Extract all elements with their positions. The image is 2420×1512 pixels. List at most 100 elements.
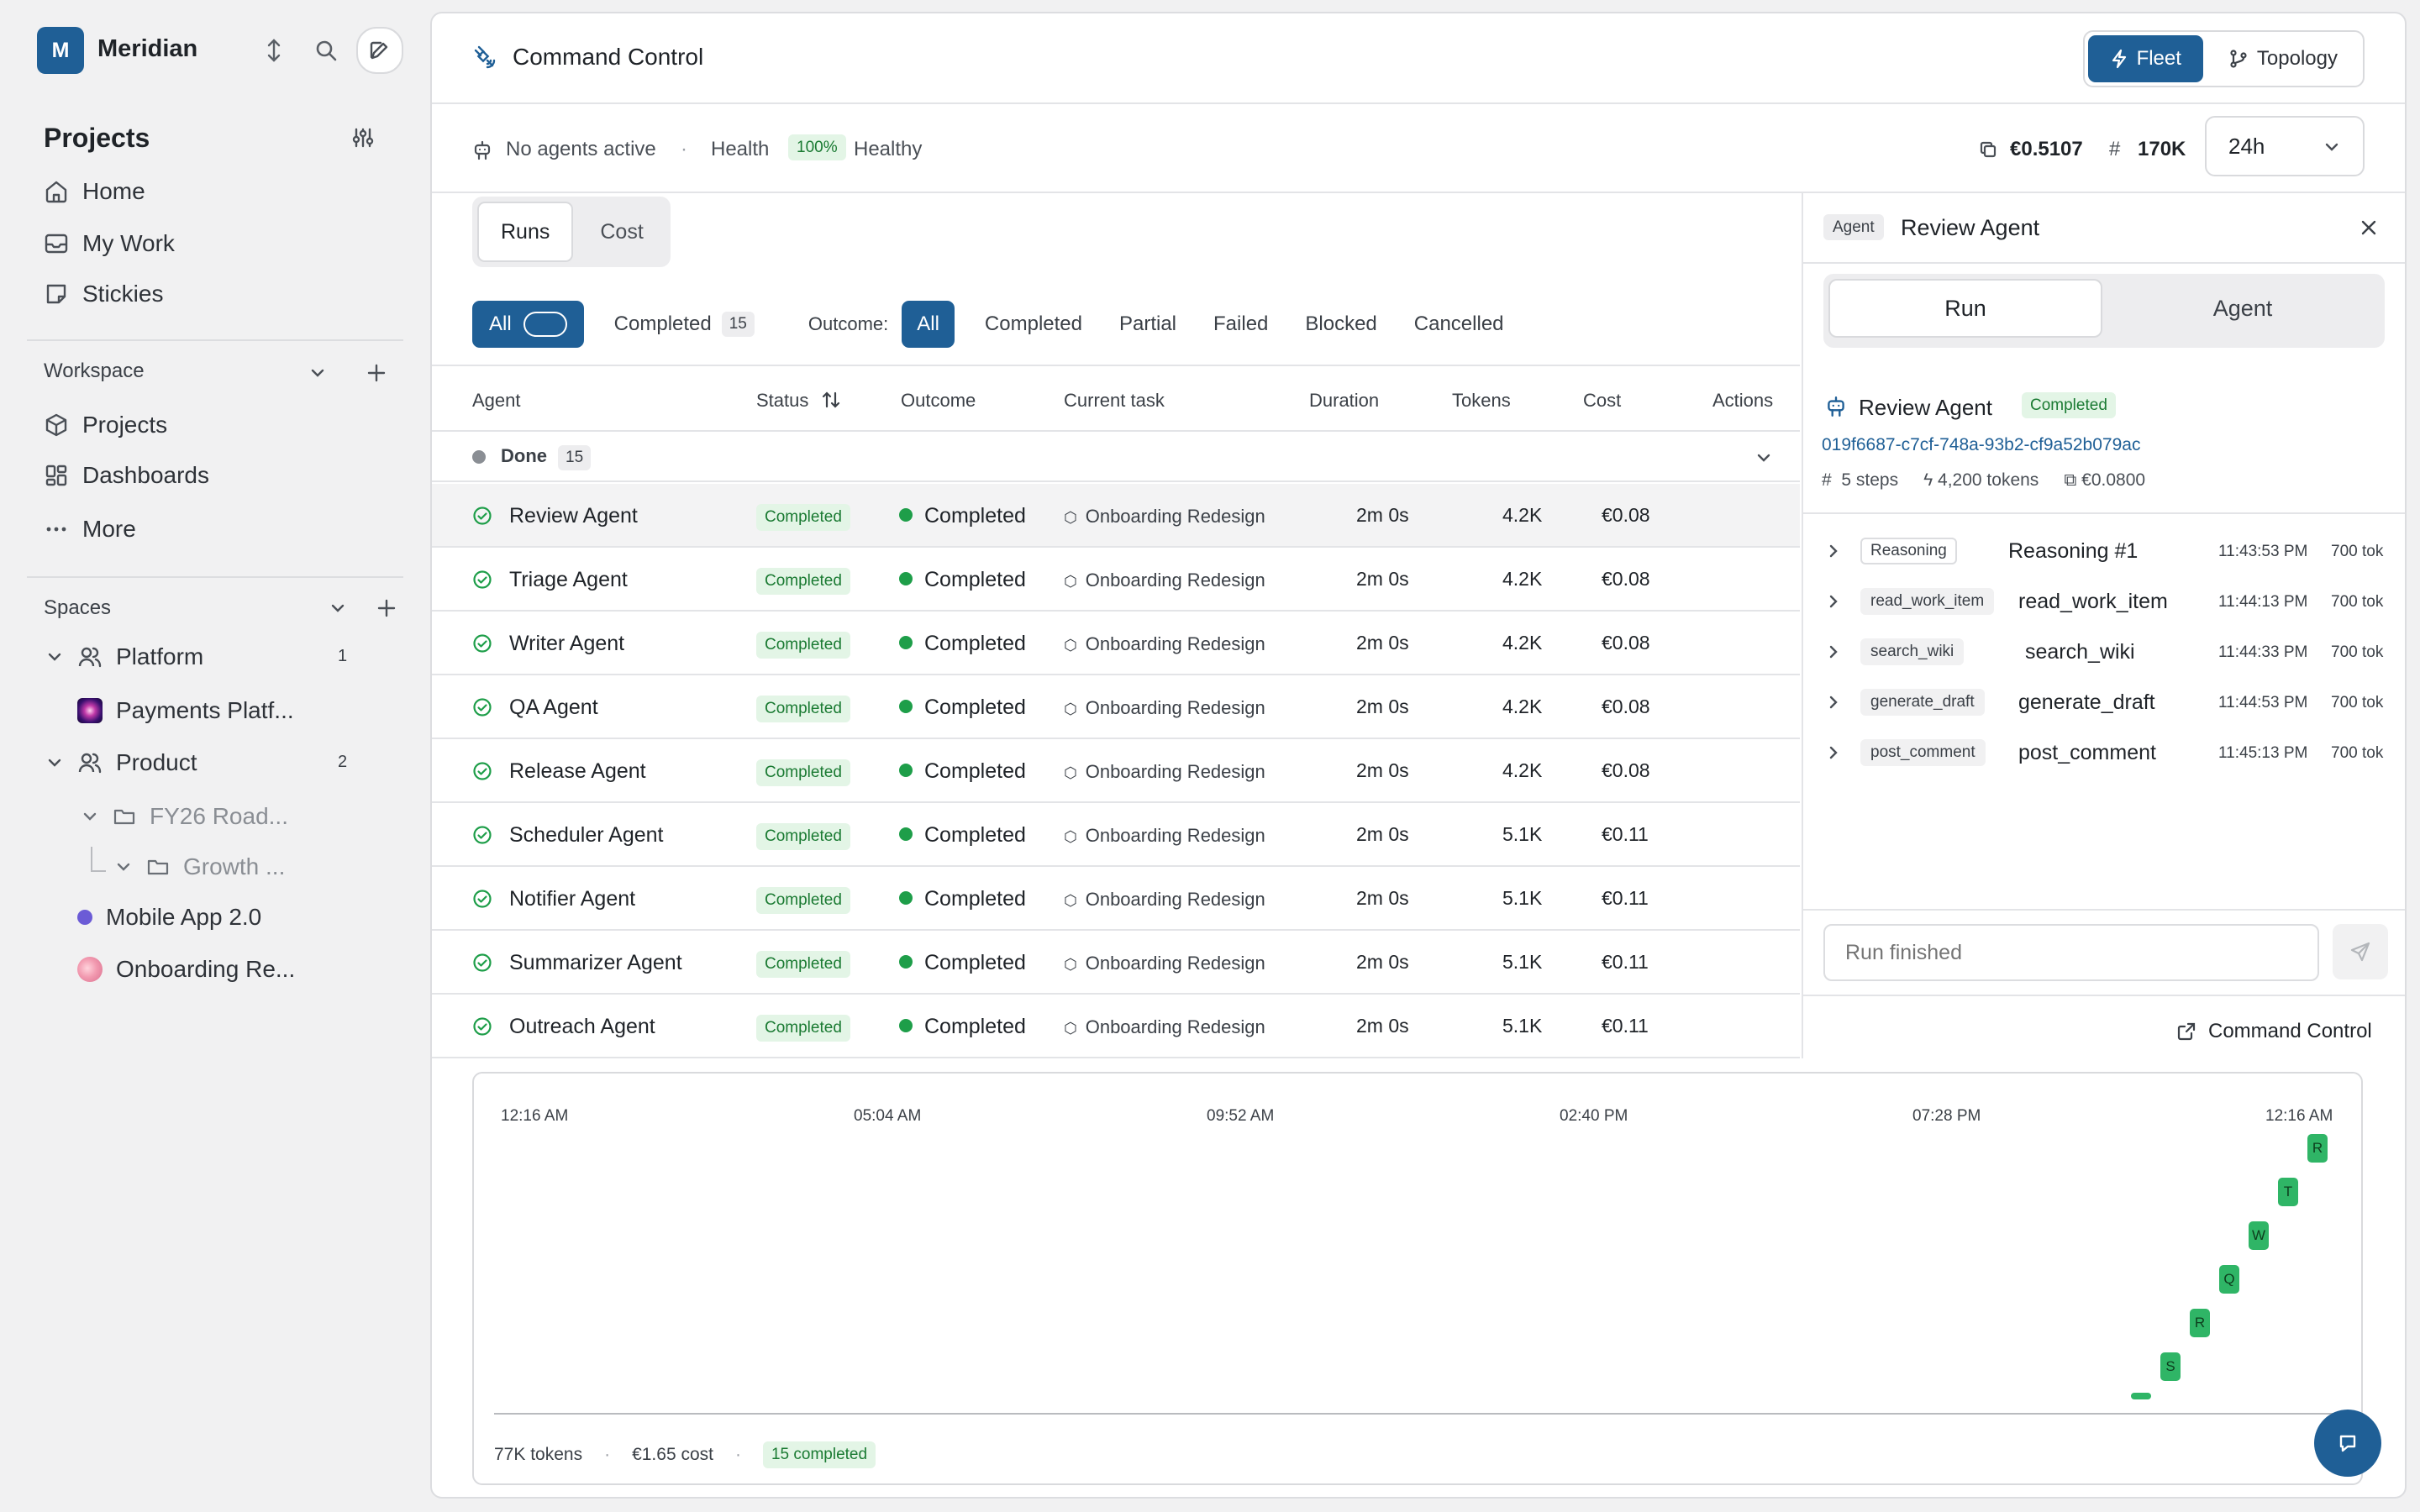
compose-button[interactable] xyxy=(356,27,403,74)
row-agent-name[interactable]: Writer Agent xyxy=(509,632,624,656)
chevron-right-icon[interactable] xyxy=(1825,694,1842,711)
chevron-right-icon[interactable] xyxy=(1825,593,1842,610)
row-agent-name[interactable]: Review Agent xyxy=(509,504,638,528)
tab-runs[interactable]: Runs xyxy=(477,202,574,262)
time-range-select[interactable]: 24h xyxy=(2205,116,2365,176)
chevron-right-icon[interactable] xyxy=(1825,543,1842,559)
chevron-down-icon[interactable] xyxy=(318,588,358,628)
row-current-task[interactable]: ⬡ Onboarding Redesign xyxy=(1064,761,1265,783)
space-platform[interactable]: Platform xyxy=(45,638,203,675)
detail-tab-run[interactable]: Run xyxy=(1828,279,2102,338)
table-row[interactable]: Notifier Agent Completed Completed ⬡ Onboard… xyxy=(432,867,1800,931)
column-cost[interactable]: Cost xyxy=(1583,390,1621,412)
row-agent-name[interactable]: Release Agent xyxy=(509,759,646,784)
table-row[interactable]: Scheduler Agent Completed Completed ⬡ Onboar… xyxy=(432,803,1800,867)
column-tokens[interactable]: Tokens xyxy=(1452,390,1511,412)
space-mobile-app[interactable]: Mobile App 2.0 xyxy=(77,899,261,936)
timeline-run-mark[interactable]: R xyxy=(2190,1309,2210,1337)
chat-fab-button[interactable] xyxy=(2314,1410,2381,1477)
row-agent-name[interactable]: Outreach Agent xyxy=(509,1015,655,1039)
workspace-name[interactable]: Meridian xyxy=(97,35,197,63)
run-step-row[interactable]: Reasoning Reasoning #1 11:43:53 PM 700 tok xyxy=(1803,526,2405,576)
nav-home[interactable]: Home xyxy=(44,173,145,210)
run-step-row[interactable]: post_comment post_comment 11:45:13 PM 700 t… xyxy=(1803,727,2405,778)
group-done-row[interactable]: Done 15 xyxy=(432,432,1800,482)
row-agent-name[interactable]: Triage Agent xyxy=(509,568,628,592)
row-current-task[interactable]: ⬡ Onboarding Redesign xyxy=(1064,1016,1265,1038)
tab-cost[interactable]: Cost xyxy=(578,202,665,262)
table-row[interactable]: Triage Agent Completed Completed ⬡ Onboardin… xyxy=(432,548,1800,612)
view-fleet-button[interactable]: Fleet xyxy=(2087,35,2203,82)
timeline-run-mark[interactable]: T xyxy=(2278,1178,2298,1206)
filter-completed-chip[interactable]: Completed 15 xyxy=(597,301,771,348)
outcome-completed-chip[interactable]: Completed xyxy=(968,301,1099,348)
column-agent[interactable]: Agent xyxy=(472,390,521,412)
table-row[interactable]: Outreach Agent Completed Completed ⬡ Onboard… xyxy=(432,995,1800,1058)
row-current-task[interactable]: ⬡ Onboarding Redesign xyxy=(1064,570,1265,591)
row-agent-name[interactable]: QA Agent xyxy=(509,696,598,720)
run-step-row[interactable]: generate_draft generate_draft 11:44:53 PM 7… xyxy=(1803,677,2405,727)
chevron-down-icon[interactable] xyxy=(297,353,338,393)
run-step-row[interactable]: search_wiki search_wiki 11:44:33 PM 700 tok xyxy=(1803,627,2405,677)
view-topology-button[interactable]: Topology xyxy=(2207,35,2360,82)
open-command-control-link[interactable]: Command Control xyxy=(2176,1020,2372,1043)
cube-icon: ⬡ xyxy=(1064,764,1077,781)
column-current-task[interactable]: Current task xyxy=(1064,390,1165,412)
space-product[interactable]: Product xyxy=(45,744,197,781)
send-button[interactable] xyxy=(2333,924,2388,979)
row-current-task[interactable]: ⬡ Onboarding Redesign xyxy=(1064,506,1265,528)
outcome-failed-chip[interactable]: Failed xyxy=(1197,301,1285,348)
run-step-row[interactable]: read_work_item read_work_item 11:44:13 PM 7… xyxy=(1803,576,2405,627)
space-payments-platform[interactable]: Payments Platf... xyxy=(77,692,294,729)
column-duration[interactable]: Duration xyxy=(1309,390,1379,412)
timeline-run-mark[interactable]: W xyxy=(2249,1221,2269,1250)
row-current-task[interactable]: ⬡ Onboarding Redesign xyxy=(1064,953,1265,974)
chevron-right-icon[interactable] xyxy=(1825,744,1842,761)
detail-tab-agent[interactable]: Agent xyxy=(2106,279,2380,338)
nav-more[interactable]: More xyxy=(44,511,136,548)
filter-toggle[interactable] xyxy=(523,312,567,337)
sort-icon[interactable] xyxy=(254,30,294,71)
run-id-link[interactable]: 019f6687-c7cf-748a-93b2-cf9a52b079ac xyxy=(1822,435,2140,455)
outcome-partial-chip[interactable]: Partial xyxy=(1102,301,1193,348)
workspace-logo[interactable]: M xyxy=(37,27,84,74)
table-row[interactable]: Review Agent Completed Completed ⬡ Onboardin… xyxy=(432,484,1800,548)
row-current-task[interactable]: ⬡ Onboarding Redesign xyxy=(1064,697,1265,719)
timeline-run-mark[interactable]: R xyxy=(2307,1134,2328,1163)
table-row[interactable]: Summarizer Agent Completed Completed ⬡ Onboa… xyxy=(432,931,1800,995)
row-current-task[interactable]: ⬡ Onboarding Redesign xyxy=(1064,825,1265,847)
nav-stickies[interactable]: Stickies xyxy=(44,276,163,312)
run-message-input[interactable] xyxy=(1823,924,2319,981)
outcome-cancelled-chip[interactable]: Cancelled xyxy=(1397,301,1521,348)
row-agent-name[interactable]: Summarizer Agent xyxy=(509,951,682,975)
column-outcome[interactable]: Outcome xyxy=(901,390,976,412)
folder-fy26-roadmap[interactable]: FY26 Road... xyxy=(81,798,288,835)
row-agent-name[interactable]: Scheduler Agent xyxy=(509,823,663,848)
column-status[interactable]: Status xyxy=(756,390,841,412)
row-agent-name[interactable]: Notifier Agent xyxy=(509,887,635,911)
add-workspace-item-icon[interactable] xyxy=(356,353,397,393)
nav-dashboards[interactable]: Dashboards xyxy=(44,457,209,494)
chevron-right-icon[interactable] xyxy=(1825,643,1842,660)
timeline-run-mark[interactable]: S xyxy=(2160,1352,2181,1381)
add-space-icon[interactable] xyxy=(366,588,407,628)
row-current-task[interactable]: ⬡ Onboarding Redesign xyxy=(1064,633,1265,655)
table-row[interactable]: Release Agent Completed Completed ⬡ Onboardi… xyxy=(432,739,1800,803)
nav-projects[interactable]: Projects xyxy=(44,407,167,444)
separator: · xyxy=(681,138,687,160)
folder-growth[interactable]: Growth ... xyxy=(114,848,285,885)
filter-all-chip[interactable]: All xyxy=(472,301,584,348)
nav-my-work[interactable]: My Work xyxy=(44,225,175,262)
search-icon[interactable] xyxy=(306,30,346,71)
outcome-all-chip[interactable]: All xyxy=(902,301,955,348)
outcome-blocked-chip[interactable]: Blocked xyxy=(1288,301,1393,348)
filter-settings-icon[interactable] xyxy=(343,118,383,158)
timeline-run-mark[interactable] xyxy=(2131,1393,2151,1399)
timeline-run-mark[interactable]: Q xyxy=(2219,1265,2239,1294)
table-row[interactable]: QA Agent Completed Completed ⬡ Onboarding Re… xyxy=(432,675,1800,739)
space-onboarding[interactable]: Onboarding Re... xyxy=(77,951,295,988)
table-row[interactable]: Writer Agent Completed Completed ⬡ Onboardin… xyxy=(432,612,1800,675)
close-icon[interactable] xyxy=(2358,217,2380,239)
row-current-task[interactable]: ⬡ Onboarding Redesign xyxy=(1064,889,1265,911)
divider xyxy=(1803,262,2405,264)
